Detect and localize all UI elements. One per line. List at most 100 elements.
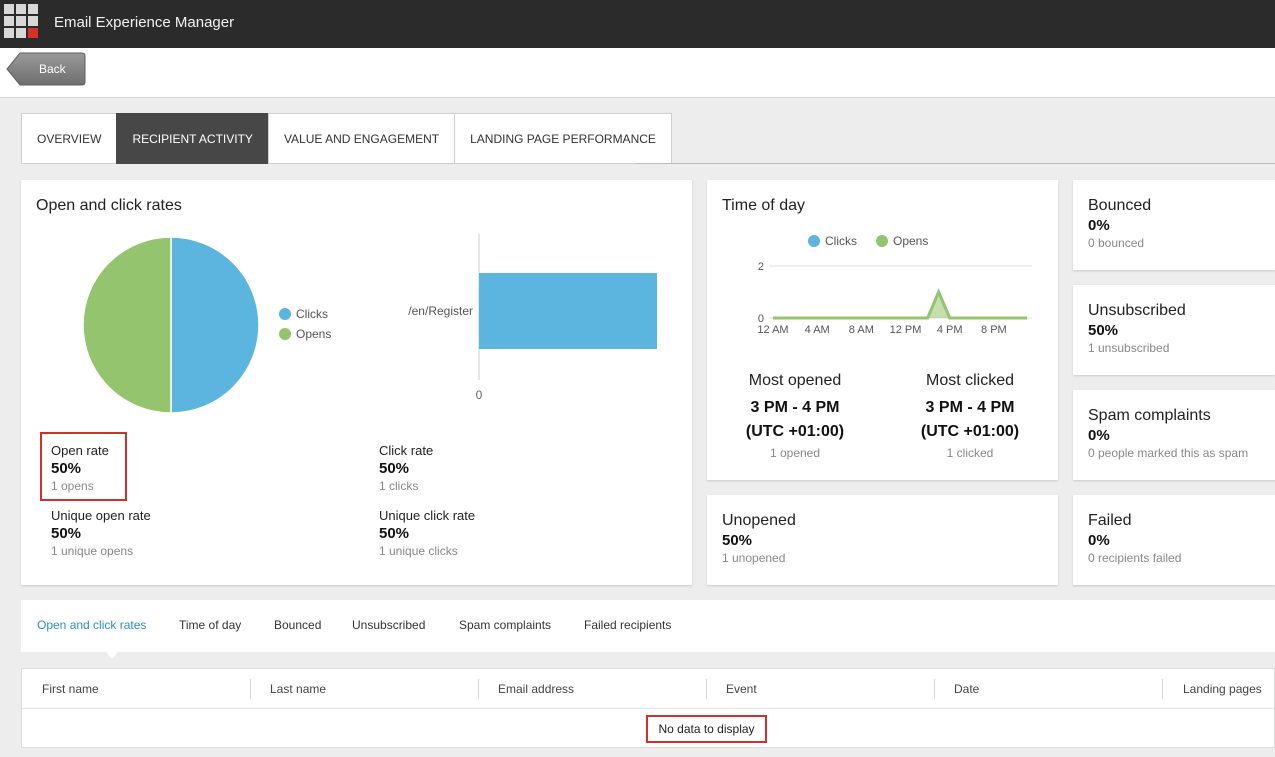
unsubscribed-label: Unsubscribed <box>1088 302 1186 319</box>
most-opened: Most opened 3 PM - 4 PM (UTC +01:00) 1 o… <box>720 372 870 460</box>
landing-page-bar-chart: /en/Register 0 <box>408 234 657 402</box>
unique-click-rate-label: Unique click rate <box>379 508 476 523</box>
report-tabs: OVERVIEW RECIPIENT ACTIVITY VALUE AND EN… <box>21 113 672 164</box>
failed-stat: Failed 0% 0 recipients failed <box>1088 512 1181 565</box>
recipient-activity-table: First name Last name Email address Event… <box>21 668 1275 748</box>
table-header: First name Last name Email address Event… <box>22 669 1274 709</box>
unopened-value: 50% <box>722 532 753 549</box>
legend-clicks-label: Clicks <box>825 234 857 248</box>
open-click-rates-card: Open and click rates Clicks Opens /en/Re… <box>21 180 692 585</box>
x-tick-label: 4 AM <box>805 324 830 336</box>
unopened-card: Unopened 50% 1 unopened <box>707 495 1058 585</box>
unique-open-rate-value: 50% <box>51 525 82 542</box>
unsubscribed-value: 50% <box>1088 322 1119 339</box>
spam-complaints-value: 0% <box>1088 427 1110 444</box>
opens-swatch <box>876 235 888 247</box>
pie-slice-clicks <box>170 236 260 414</box>
unopened-label: Unopened <box>722 512 796 529</box>
legend-opens-label: Opens <box>893 234 929 248</box>
most-opened-label: Most opened <box>748 372 842 389</box>
column-divider <box>478 679 479 699</box>
app-title: Email Experience Manager <box>54 14 235 31</box>
column-divider <box>934 679 935 699</box>
legend-clicks: Clicks <box>279 307 328 321</box>
opens-series-area <box>773 292 1027 318</box>
bounced-stat: Bounced 0% 0 bounced <box>1088 197 1151 250</box>
click-rate-count: 1 clicks <box>379 479 419 493</box>
bar-category-label: /en/Register <box>408 304 473 318</box>
card-title: Open and click rates <box>36 197 182 214</box>
column-event[interactable]: Event <box>726 682 757 696</box>
bounced-card: Bounced 0% 0 bounced <box>1073 180 1275 270</box>
pie-slice-opens <box>82 236 172 414</box>
back-button[interactable]: Back <box>6 52 86 86</box>
tabs-divider <box>636 163 1275 164</box>
detail-tab-open-and-click-rates[interactable]: Open and click rates <box>37 618 146 632</box>
x-tick-label: 8 PM <box>981 324 1007 336</box>
navigation-bar: Back <box>0 48 1275 98</box>
column-landing-pages[interactable]: Landing pages <box>1183 682 1262 696</box>
legend-opens: Opens <box>876 234 928 248</box>
y-tick-label: 2 <box>758 261 764 273</box>
detail-tab-spam-complaints[interactable]: Spam complaints <box>459 618 551 632</box>
app-grid-icon[interactable] <box>4 4 40 40</box>
spam-complaints-label: Spam complaints <box>1088 407 1211 424</box>
column-last-name[interactable]: Last name <box>270 682 326 696</box>
x-tick-label: 12 PM <box>890 324 922 336</box>
detail-tab-unsubscribed[interactable]: Unsubscribed <box>352 618 425 632</box>
time-of-day-card: Time of day Clicks Opens 2 0 12 AM 4 AM 8 … <box>707 180 1058 480</box>
tab-landing-page-performance[interactable]: LANDING PAGE PERFORMANCE <box>454 113 672 164</box>
detail-tabs: Open and click rates Time of day Bounced… <box>21 600 1275 659</box>
opens-swatch <box>279 328 291 340</box>
legend-clicks: Clicks <box>808 234 857 248</box>
unique-open-rate-count: 1 unique opens <box>51 544 134 558</box>
failed-value: 0% <box>1088 532 1110 549</box>
detail-tab-bounced[interactable]: Bounced <box>274 618 321 632</box>
unsubscribed-card: Unsubscribed 50% 1 unsubscribed <box>1073 285 1275 375</box>
x-tick-label: 12 AM <box>757 324 788 336</box>
bounced-value: 0% <box>1088 217 1110 234</box>
legend-opens: Opens <box>279 327 331 341</box>
open-click-pie-chart <box>82 236 260 414</box>
opens-series-line <box>773 288 1027 320</box>
spam-complaints-card: Spam complaints 0% 0 people marked this … <box>1073 390 1275 480</box>
column-first-name[interactable]: First name <box>42 682 99 696</box>
unsubscribed-count: 1 unsubscribed <box>1088 341 1170 355</box>
bar-axis-zero: 0 <box>476 388 483 402</box>
most-clicked: Most clicked 3 PM - 4 PM (UTC +01:00) 1 … <box>895 372 1045 460</box>
most-opened-timezone: (UTC +01:00) <box>745 423 845 440</box>
most-clicked-count: 1 clicked <box>946 446 994 460</box>
column-email-address[interactable]: Email address <box>498 682 574 696</box>
time-of-day-line-chart: 2 0 12 AM 4 AM 8 AM 12 PM 4 PM 8 PM <box>757 261 1032 336</box>
app-header: Email Experience Manager <box>0 0 1275 48</box>
most-opened-count: 1 opened <box>769 446 821 460</box>
back-button-label: Back <box>39 62 66 76</box>
bounced-count: 0 bounced <box>1088 236 1145 250</box>
bounced-label: Bounced <box>1088 197 1152 214</box>
tab-value-and-engagement[interactable]: VALUE AND ENGAGEMENT <box>267 113 455 164</box>
unique-open-rate-stat: Unique open rate 50% 1 unique opens <box>51 508 151 558</box>
x-axis-ticks: 12 AM 4 AM 8 AM 12 PM 4 PM 8 PM <box>757 324 1006 336</box>
tab-recipient-activity[interactable]: RECIPIENT ACTIVITY <box>116 113 268 164</box>
click-rate-stat: Click rate 50% 1 clicks <box>379 443 433 493</box>
column-divider <box>250 679 251 699</box>
most-opened-time: 3 PM - 4 PM <box>750 399 840 416</box>
active-tab-caret <box>105 651 119 659</box>
most-clicked-timezone: (UTC +01:00) <box>920 423 1020 440</box>
clicks-series-line <box>773 289 1027 319</box>
unopened-stat: Unopened 50% 1 unopened <box>722 512 796 565</box>
legend-opens-label: Opens <box>296 327 332 341</box>
unopened-count: 1 unopened <box>722 551 786 565</box>
detail-tab-failed-recipients[interactable]: Failed recipients <box>584 618 671 632</box>
x-tick-label: 8 AM <box>849 324 874 336</box>
column-date[interactable]: Date <box>954 682 979 696</box>
most-clicked-time: 3 PM - 4 PM <box>925 399 1015 416</box>
detail-tab-time-of-day[interactable]: Time of day <box>179 618 241 632</box>
bar-register <box>479 273 657 349</box>
click-rate-value: 50% <box>379 460 410 477</box>
unique-click-rate-value: 50% <box>379 525 410 542</box>
tab-overview[interactable]: OVERVIEW <box>21 113 117 164</box>
click-rate-label: Click rate <box>379 443 434 458</box>
x-tick-label: 4 PM <box>937 324 963 336</box>
clicks-swatch <box>279 308 291 320</box>
